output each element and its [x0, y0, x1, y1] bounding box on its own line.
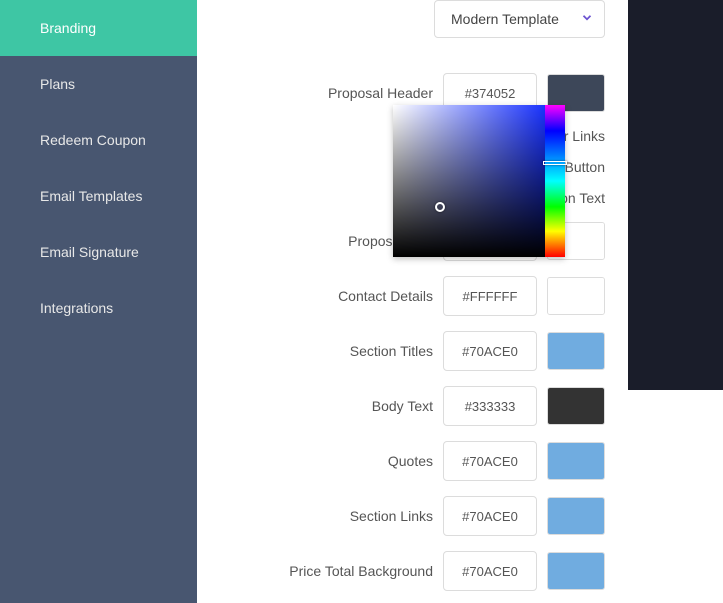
quotes-swatch[interactable]: [547, 442, 605, 480]
section-titles-swatch[interactable]: [547, 332, 605, 370]
body-text-label: Body Text: [372, 398, 433, 414]
body-text-swatch[interactable]: [547, 387, 605, 425]
sidebar-item-email-templates[interactable]: Email Templates: [0, 168, 197, 224]
section-titles-label: Section Titles: [350, 343, 433, 359]
quotes-input[interactable]: [443, 441, 537, 481]
sidebar: Branding Plans Redeem Coupon Email Templ…: [0, 0, 197, 603]
background-panel: [628, 0, 723, 390]
section-links-swatch[interactable]: [547, 497, 605, 535]
template-select-value: Modern Template: [451, 11, 559, 27]
template-select[interactable]: Modern Template: [434, 0, 605, 38]
contact-details-input[interactable]: [443, 276, 537, 316]
saturation-value-panel[interactable]: [393, 105, 545, 257]
body-text-input[interactable]: [443, 386, 537, 426]
sidebar-item-integrations[interactable]: Integrations: [0, 280, 197, 336]
price-total-background-label: Price Total Background: [289, 563, 433, 579]
section-links-input[interactable]: [443, 496, 537, 536]
sidebar-item-email-signature[interactable]: Email Signature: [0, 224, 197, 280]
proposal-header-label: Proposal Header: [328, 85, 433, 101]
price-total-background-input[interactable]: [443, 551, 537, 591]
hue-cursor[interactable]: [543, 161, 567, 165]
contact-details-swatch[interactable]: [547, 277, 605, 315]
color-picker: [393, 105, 565, 257]
section-links-label: Section Links: [350, 508, 433, 524]
contact-details-label: Contact Details: [338, 288, 433, 304]
quotes-label: Quotes: [388, 453, 433, 469]
hue-slider[interactable]: [545, 105, 565, 257]
price-total-background-swatch[interactable]: [547, 552, 605, 590]
sv-cursor[interactable]: [435, 202, 445, 212]
sidebar-item-plans[interactable]: Plans: [0, 56, 197, 112]
sidebar-item-redeem-coupon[interactable]: Redeem Coupon: [0, 112, 197, 168]
section-titles-input[interactable]: [443, 331, 537, 371]
sidebar-item-branding[interactable]: Branding: [0, 0, 197, 56]
chevron-down-icon: [580, 11, 594, 28]
